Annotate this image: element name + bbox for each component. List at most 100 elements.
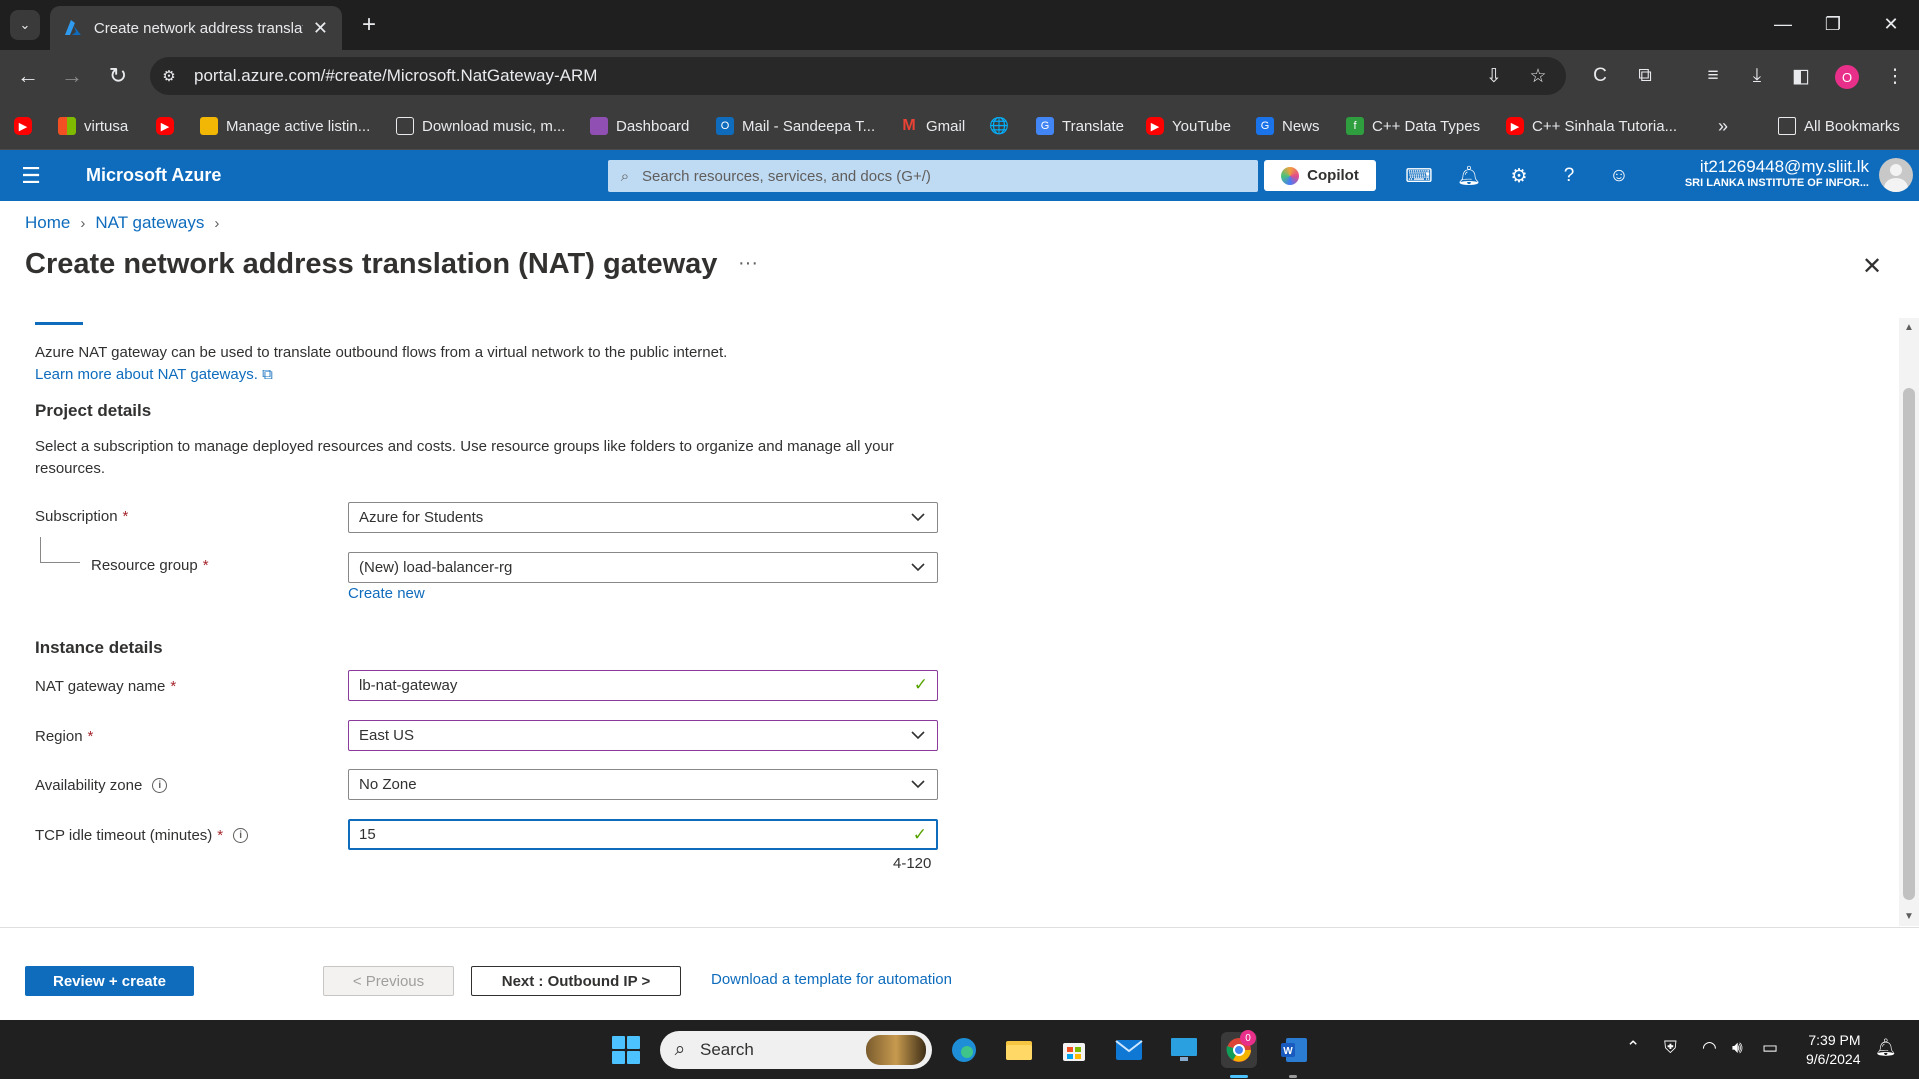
account-info[interactable]: it21269448@my.sliit.lk SRI LANKA INSTITU… <box>1685 157 1869 189</box>
tab-close-icon[interactable]: ✕ <box>313 18 328 39</box>
bookmarks-overflow-icon[interactable]: » <box>1718 114 1728 138</box>
hamburger-menu-icon[interactable]: ☰ <box>18 163 44 189</box>
bookmark-star-icon[interactable]: ☆ <box>1522 57 1554 95</box>
close-blade-icon[interactable]: ✕ <box>1862 252 1882 281</box>
user-avatar[interactable] <box>1879 158 1913 192</box>
battery-icon[interactable]: ▭ <box>1762 1038 1778 1058</box>
windows-start-icon[interactable] <box>612 1036 640 1064</box>
edge-icon[interactable] <box>946 1032 982 1068</box>
extensions-puzzle-icon[interactable]: ⧉ <box>1630 62 1660 90</box>
previous-button[interactable]: < Previous <box>323 966 454 996</box>
profile-avatar[interactable]: O <box>1835 65 1859 89</box>
bookmark-dashboard[interactable]: Dashboard <box>590 114 689 138</box>
extension-c-icon[interactable]: C <box>1585 62 1615 90</box>
bookmark-label: Mail - Sandeepa T... <box>742 117 876 135</box>
scrollbar-thumb[interactable] <box>1903 388 1915 900</box>
region-dropdown[interactable]: East US <box>348 720 938 751</box>
resource-group-dropdown[interactable]: (New) load-balancer-rg <box>348 552 938 583</box>
help-icon[interactable]: ? <box>1556 163 1582 189</box>
search-highlight-image <box>866 1035 926 1065</box>
account-org: SRI LANKA INSTITUTE OF INFOR... <box>1684 177 1869 189</box>
info-icon[interactable]: i <box>152 778 168 793</box>
content-scrollbar[interactable]: ▲ ▼ <box>1899 318 1919 926</box>
global-search-input[interactable]: ⌕ Search resources, services, and docs (… <box>608 160 1258 192</box>
media-queue-icon[interactable]: ≡ <box>1698 62 1728 90</box>
system-clock[interactable]: 7:39 PM 9/6/2024 <box>1806 1031 1861 1069</box>
bookmark-cpp-data-types[interactable]: f C++ Data Types <box>1346 114 1480 138</box>
taskbar-search[interactable]: ⌕ Search <box>660 1031 932 1069</box>
cloud-shell-icon[interactable]: ⌨ <box>1405 163 1432 189</box>
breadcrumb-nat-gateways[interactable]: NAT gateways <box>95 213 204 233</box>
tcp-timeout-input[interactable]: 15 ✓ <box>348 819 938 850</box>
side-panel-icon[interactable]: ◧ <box>1786 62 1816 90</box>
minimize-icon[interactable]: — <box>1758 8 1808 40</box>
footer-divider <box>0 927 1919 928</box>
required-asterisk: * <box>202 557 209 574</box>
bookmark-manage-listings[interactable]: Manage active listin... <box>200 114 370 138</box>
notifications-bell-icon[interactable]: 🔔︎ <box>1456 163 1482 189</box>
availability-zone-dropdown[interactable]: No Zone <box>348 769 938 800</box>
scroll-up-arrow-icon[interactable]: ▲ <box>1904 322 1914 333</box>
nat-gateway-name-input[interactable]: lb-nat-gateway ✓ <box>348 670 938 701</box>
bookmark-youtube[interactable]: ▶ YouTube <box>1146 114 1231 138</box>
bookmark-translate[interactable]: G Translate <box>1036 114 1124 138</box>
review-create-button[interactable]: Review + create <box>25 966 194 996</box>
file-explorer-icon[interactable] <box>1001 1032 1037 1068</box>
all-bookmarks[interactable]: All Bookmarks <box>1778 114 1900 138</box>
chevron-right-icon: › <box>80 214 86 232</box>
browser-tab-strip: ⌄ Create network address translat ✕ + — … <box>0 0 1919 50</box>
download-template-link[interactable]: Download a template for automation <box>711 971 952 988</box>
remote-desktop-icon[interactable] <box>1166 1032 1202 1068</box>
bookmark-globe[interactable]: 🌐 <box>989 114 1016 138</box>
chevron-down-icon <box>911 563 925 572</box>
wifi-icon[interactable]: ◠ <box>1702 1038 1717 1058</box>
mail-icon[interactable] <box>1111 1032 1147 1068</box>
new-tab-plus-icon[interactable]: + <box>354 10 384 40</box>
bookmark-news[interactable]: G News <box>1256 114 1320 138</box>
subscription-value: Azure for Students <box>359 509 484 526</box>
chrome-menu-icon[interactable]: ⋮ <box>1880 62 1910 90</box>
notification-center-icon[interactable]: 🔔︎ <box>1875 1038 1897 1058</box>
settings-gear-icon[interactable]: ⚙ <box>1506 163 1532 189</box>
bookmark-gmail[interactable]: M Gmail <box>900 114 965 138</box>
downloads-icon[interactable]: ⤓ <box>1742 62 1772 90</box>
bookmark-youtube-shortcut[interactable]: ▶ <box>14 114 40 138</box>
copilot-button[interactable]: Copilot <box>1264 160 1376 191</box>
subscription-dropdown[interactable]: Azure for Students <box>348 502 938 533</box>
reload-icon[interactable]: ↻ <box>102 60 134 92</box>
taskbar-search-label: Search <box>700 1040 754 1059</box>
install-app-icon[interactable]: ⇩ <box>1478 57 1510 95</box>
microsoft-store-icon[interactable] <box>1056 1032 1092 1068</box>
address-bar[interactable]: ⚙ portal.azure.com/#create/Microsoft.Nat… <box>150 57 1566 95</box>
restore-icon[interactable]: ❐ <box>1808 8 1858 40</box>
back-arrow-icon[interactable]: ← <box>12 60 44 92</box>
bookmark-youtube-2[interactable]: ▶ <box>156 114 182 138</box>
tab-search-chevron-icon[interactable]: ⌄ <box>10 10 40 40</box>
tray-chevron-up-icon[interactable]: ⌃ <box>1626 1038 1640 1058</box>
window-close-icon[interactable]: ✕ <box>1866 8 1916 40</box>
next-outbound-ip-button[interactable]: Next : Outbound IP > <box>471 966 681 996</box>
bookmark-label: C++ Sinhala Tutoria... <box>1532 117 1678 135</box>
scroll-down-arrow-icon[interactable]: ▼ <box>1904 911 1914 922</box>
info-icon[interactable]: i <box>233 828 249 843</box>
region-label-text: Region <box>35 728 83 745</box>
browser-tab-active[interactable]: Create network address translat ✕ <box>50 6 342 50</box>
valid-check-icon: ✓ <box>912 825 927 844</box>
breadcrumb-home[interactable]: Home <box>25 213 70 233</box>
security-shield-icon[interactable]: ⛨ <box>1664 1038 1677 1058</box>
learn-more-link[interactable]: Learn more about NAT gateways. ⧉ <box>35 366 273 383</box>
bookmark-label: YouTube <box>1172 117 1231 135</box>
bookmark-cpp-sinhala[interactable]: ▶ C++ Sinhala Tutoria... <box>1506 114 1677 138</box>
bookmark-mail[interactable]: O Mail - Sandeepa T... <box>716 114 875 138</box>
volume-icon[interactable]: 🔊︎ <box>1732 1038 1743 1058</box>
site-info-icon[interactable]: ⚙ <box>150 57 188 95</box>
bookmark-download-music[interactable]: Download music, m... <box>396 114 565 138</box>
create-new-link[interactable]: Create new <box>348 585 425 602</box>
learn-more-label: Learn more about NAT gateways. <box>35 366 258 383</box>
forward-arrow-icon[interactable]: → <box>56 60 88 92</box>
bookmark-virtusa[interactable]: virtusa <box>58 114 128 138</box>
azure-brand[interactable]: Microsoft Azure <box>86 165 221 186</box>
more-options-icon[interactable]: ··· <box>738 252 758 275</box>
word-icon[interactable]: W <box>1276 1032 1312 1068</box>
feedback-icon[interactable]: ☺ <box>1606 163 1632 189</box>
